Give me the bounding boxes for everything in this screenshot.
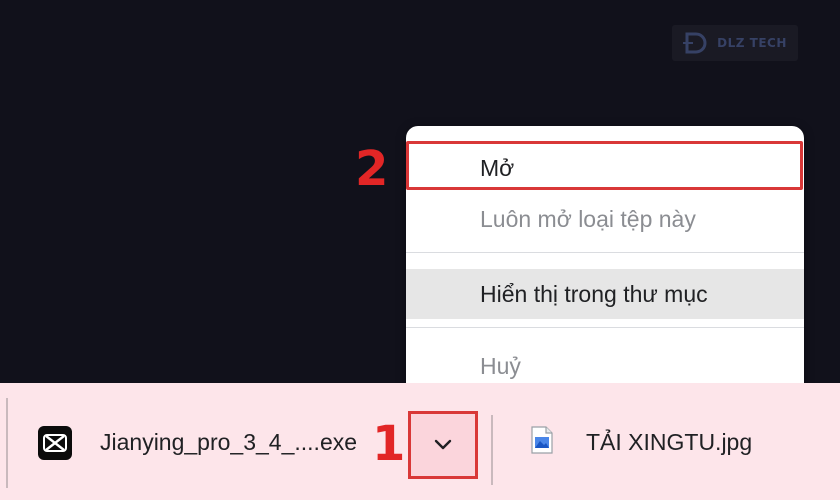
shelf-separator bbox=[491, 415, 493, 485]
step-2-label: 2 bbox=[355, 141, 389, 197]
download-menu-button[interactable] bbox=[408, 411, 478, 479]
download-item-jpg-name[interactable]: TẢI XINGTU.jpg bbox=[586, 429, 752, 456]
capcut-icon bbox=[38, 426, 72, 460]
highlight-box-open bbox=[406, 141, 803, 190]
menu-divider bbox=[406, 327, 804, 328]
download-item-exe-name[interactable]: Jianying_pro_3_4_....exe bbox=[100, 429, 357, 456]
download-item-exe[interactable] bbox=[38, 421, 72, 465]
menu-item-label: Huỷ bbox=[480, 352, 521, 379]
menu-item-label: Luôn mở loại tệp này bbox=[480, 205, 696, 232]
chevron-down-icon bbox=[434, 439, 452, 450]
menu-item-label: Hiển thị trong thư mục bbox=[480, 280, 708, 307]
menu-divider bbox=[406, 252, 804, 253]
step-1-label: 1 bbox=[372, 416, 406, 472]
menu-item-show-in-folder[interactable]: Hiển thị trong thư mục bbox=[406, 269, 804, 319]
watermark-logo: DLZ TECH bbox=[672, 25, 798, 61]
image-file-icon[interactable] bbox=[531, 426, 553, 454]
shelf-separator bbox=[6, 398, 8, 488]
dlz-logo-icon bbox=[683, 32, 707, 54]
menu-item-always-open: Luôn mở loại tệp này bbox=[406, 197, 804, 241]
watermark-text: DLZ TECH bbox=[717, 36, 787, 50]
menu-item-cancel: Huỷ bbox=[406, 344, 804, 388]
